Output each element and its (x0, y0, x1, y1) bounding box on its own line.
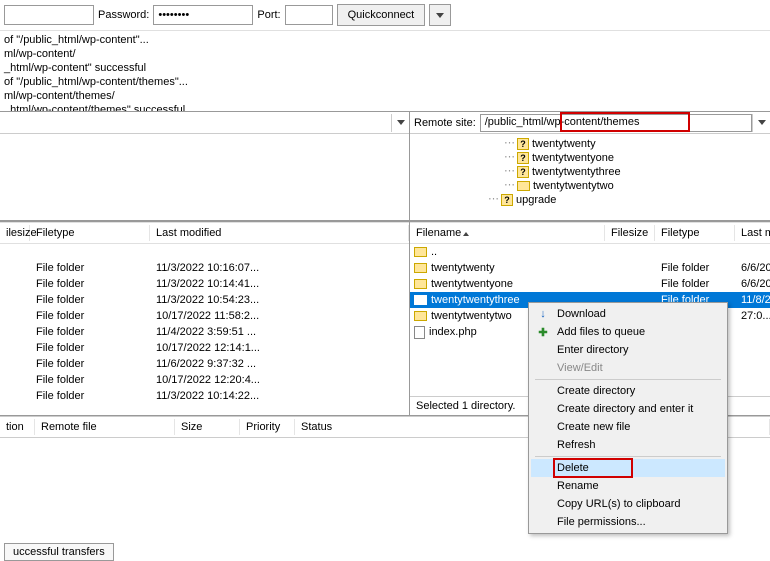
menu-item-enter-directory[interactable]: Enter directory (531, 341, 725, 359)
context-menu: ↓Download✚Add files to queueEnter direct… (528, 302, 728, 534)
unknown-folder-icon: ? (501, 194, 513, 206)
menu-item-delete[interactable]: Delete (531, 459, 725, 477)
log-line: of "/public_html/wp-content/themes"... (4, 75, 766, 89)
tab-successful-transfers[interactable]: uccessful transfers (4, 543, 114, 561)
remote-tree[interactable]: ⋯?twentytwenty⋯?twentytwentyone⋯?twentyt… (410, 134, 770, 219)
unknown-folder-icon: ? (517, 166, 529, 178)
local-site-bar (0, 112, 409, 134)
list-item[interactable]: twentytwentyFile folder6/6/2022 2:27:0..… (410, 260, 770, 276)
col-filename[interactable]: Filename (410, 225, 605, 241)
log-line: _html/wp-content" successful (4, 61, 766, 75)
chevron-down-icon (758, 120, 766, 125)
list-item[interactable]: File folder11/3/2022 10:14:22... (0, 388, 409, 404)
log-line: _html/wp-content/themes" successful (4, 103, 766, 111)
download-icon: ↓ (535, 308, 551, 320)
file-icon (414, 326, 425, 339)
col-direction[interactable]: tion (0, 419, 35, 435)
col-filesize[interactable]: Filesize (605, 225, 655, 241)
highlight-delete (553, 458, 633, 478)
password-label: Password: (98, 9, 149, 21)
menu-item-add-files-to-queue[interactable]: ✚Add files to queue (531, 323, 725, 341)
log-line: of "/public_html/wp-content"... (4, 33, 766, 47)
menu-item-view-edit: View/Edit (531, 359, 725, 377)
col-lastmodified[interactable]: Last modified (150, 225, 409, 241)
menu-item-copy-url-s-to-clipboard[interactable]: Copy URL(s) to clipboard (531, 495, 725, 513)
unknown-folder-icon: ? (517, 138, 529, 150)
chevron-down-icon (436, 13, 444, 18)
col-filetype[interactable]: Filetype (30, 225, 150, 241)
list-item[interactable]: File folder10/17/2022 12:20:4... (0, 372, 409, 388)
menu-item-file-permissions-[interactable]: File permissions... (531, 513, 725, 531)
list-item[interactable]: File folder10/17/2022 11:58:2... (0, 308, 409, 324)
highlight-path (560, 112, 690, 132)
menu-item-download[interactable]: ↓Download (531, 305, 725, 323)
folder-icon (414, 279, 427, 289)
username-field[interactable] (4, 5, 94, 25)
password-field[interactable] (153, 5, 253, 25)
col-priority[interactable]: Priority (240, 419, 295, 435)
menu-item-refresh[interactable]: Refresh (531, 436, 725, 454)
quickconnect-dropdown[interactable] (429, 4, 451, 26)
log-line: ml/wp-content/ (4, 47, 766, 61)
remote-site-bar: Remote site: /public_html/wp-content/the… (410, 112, 770, 134)
tree-item[interactable]: ⋯twentytwentytwo (414, 179, 766, 193)
col-lastmodified[interactable]: Last modified (735, 225, 770, 241)
quickconnect-button[interactable]: Quickconnect (337, 4, 426, 26)
folder-icon (414, 295, 427, 305)
tree-item[interactable]: ⋯?twentytwentyone (414, 151, 766, 165)
remote-list-header: Filename Filesize Filetype Last modified (410, 222, 770, 244)
sort-asc-icon (463, 232, 469, 236)
chevron-down-icon (397, 120, 405, 125)
local-path-dropdown[interactable] (391, 114, 409, 132)
list-item[interactable]: File folder11/4/2022 3:59:51 ... (0, 324, 409, 340)
remote-site-label: Remote site: (410, 117, 480, 129)
menu-item-rename[interactable]: Rename (531, 477, 725, 495)
queue-tabs: uccessful transfers (0, 544, 118, 560)
list-item[interactable]: File folder11/3/2022 10:14:41... (0, 276, 409, 292)
list-item[interactable]: .. (410, 244, 770, 260)
col-filesize[interactable]: ilesize (0, 225, 30, 241)
col-remote-file[interactable]: Remote file (35, 419, 175, 435)
log-panel: of "/public_html/wp-content"...ml/wp-con… (0, 31, 770, 111)
local-list-header: ilesize Filetype Last modified (0, 222, 409, 244)
list-item[interactable]: File folder10/17/2022 12:14:1... (0, 340, 409, 356)
folder-icon (517, 181, 530, 191)
unknown-folder-icon: ? (517, 152, 529, 164)
menu-separator (535, 456, 721, 457)
list-item[interactable]: File folder11/6/2022 9:37:32 ... (0, 356, 409, 372)
port-label: Port: (257, 9, 280, 21)
list-item[interactable]: File folder11/3/2022 10:16:07... (0, 260, 409, 276)
add-queue-icon: ✚ (535, 326, 551, 339)
col-filetype[interactable]: Filetype (655, 225, 735, 241)
list-item[interactable]: twentytwentyoneFile folder6/6/2022 2:27:… (410, 276, 770, 292)
port-field[interactable] (285, 5, 333, 25)
list-item[interactable]: File folder11/3/2022 10:54:23... (0, 292, 409, 308)
remote-path-dropdown[interactable] (752, 114, 770, 132)
parent-folder-icon (414, 247, 427, 257)
log-line: ml/wp-content/themes/ (4, 89, 766, 103)
menu-item-create-directory-and-enter-it[interactable]: Create directory and enter it (531, 400, 725, 418)
menu-separator (535, 379, 721, 380)
tree-item[interactable]: ⋯?twentytwentythree (414, 165, 766, 179)
folder-icon (414, 311, 427, 321)
connection-toolbar: Password: Port: Quickconnect (0, 0, 770, 31)
folder-icon (414, 263, 427, 273)
menu-item-create-directory[interactable]: Create directory (531, 382, 725, 400)
menu-item-create-new-file[interactable]: Create new file (531, 418, 725, 436)
tree-item[interactable]: ⋯?upgrade (414, 193, 766, 207)
col-size[interactable]: Size (175, 419, 240, 435)
tree-item[interactable]: ⋯?twentytwenty (414, 137, 766, 151)
local-file-list[interactable]: File folder11/3/2022 10:16:07...File fol… (0, 244, 409, 404)
